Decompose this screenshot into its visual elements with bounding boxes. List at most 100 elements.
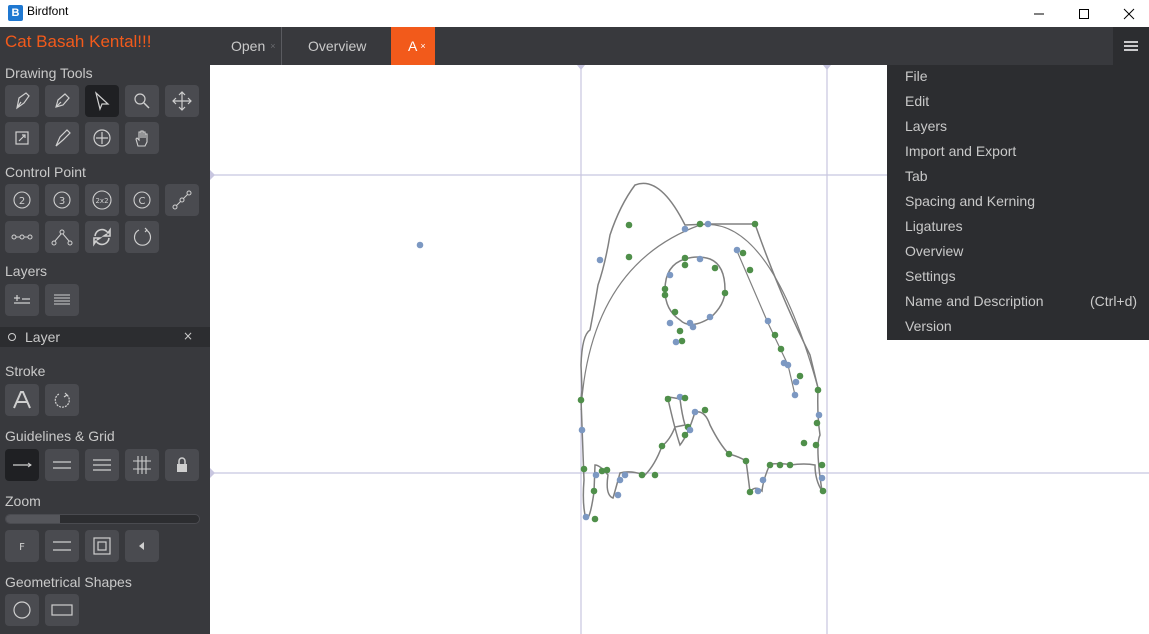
glyph-paths[interactable] (580, 182, 823, 520)
main-menu-button[interactable] (1113, 27, 1149, 65)
more-guidelines-button[interactable] (45, 449, 79, 481)
control-point[interactable] (696, 255, 704, 263)
menu-item-layers[interactable]: Layers (905, 118, 1145, 140)
add-layer-button[interactable] (5, 284, 39, 316)
previous-zoom-button[interactable] (125, 530, 159, 562)
stroke-direction-button[interactable] (45, 384, 79, 416)
tab-close-button[interactable]: × (270, 41, 275, 51)
zoom-selection-button[interactable] (85, 530, 119, 562)
hand-tool[interactable] (125, 122, 159, 154)
control-point[interactable] (664, 395, 672, 403)
control-point[interactable] (764, 317, 772, 325)
control-point[interactable] (791, 391, 799, 399)
control-point[interactable] (671, 308, 679, 316)
control-point[interactable] (681, 394, 689, 402)
control-point[interactable] (704, 220, 712, 228)
control-point[interactable] (746, 266, 754, 274)
pen-tool[interactable] (5, 85, 39, 117)
control-point[interactable] (796, 372, 804, 380)
control-point[interactable] (592, 471, 600, 479)
rectangle-shape-button[interactable] (45, 594, 79, 626)
control-point[interactable] (696, 220, 704, 228)
control-point[interactable] (638, 471, 646, 479)
menu-item-settings[interactable]: Settings (905, 268, 1145, 290)
insert-point-button[interactable] (165, 184, 199, 216)
control-point[interactable] (666, 271, 674, 279)
control-point[interactable] (751, 220, 759, 228)
control-point[interactable] (814, 386, 822, 394)
control-point[interactable] (800, 439, 808, 447)
control-point[interactable] (746, 488, 754, 496)
control-point[interactable] (596, 256, 604, 264)
zoom-slider[interactable] (5, 514, 200, 524)
zoom-fit-button[interactable]: F (5, 530, 39, 562)
tab-open[interactable]: Open × (210, 27, 282, 65)
control-point[interactable] (813, 419, 821, 427)
minimize-button[interactable] (1016, 0, 1062, 27)
control-point[interactable] (577, 396, 585, 404)
control-point[interactable] (625, 253, 633, 261)
lock-grid-button[interactable] (165, 449, 199, 481)
control-point[interactable] (591, 515, 599, 523)
control-point[interactable] (658, 442, 666, 450)
control-point[interactable] (416, 241, 424, 249)
maximize-button[interactable] (1061, 0, 1107, 27)
control-point[interactable] (666, 319, 674, 327)
cubic-point-button[interactable]: 3 (45, 184, 79, 216)
line-points-button[interactable] (5, 221, 39, 253)
control-point[interactable] (766, 461, 774, 469)
move-tool[interactable] (165, 85, 199, 117)
stroke-style-button[interactable] (5, 384, 39, 416)
menu-item-import-export[interactable]: Import and Export (905, 143, 1145, 165)
control-point[interactable] (689, 323, 697, 331)
control-point[interactable] (676, 327, 684, 335)
outer-contour[interactable] (580, 182, 823, 520)
control-point[interactable] (792, 378, 800, 386)
tab-overview[interactable]: Overview × (282, 27, 396, 65)
control-point[interactable] (777, 345, 785, 353)
control-point[interactable] (776, 461, 784, 469)
control-point[interactable] (818, 474, 826, 482)
control-point[interactable] (625, 221, 633, 229)
guideline-handle-top-right[interactable] (823, 65, 831, 70)
control-point[interactable] (681, 261, 689, 269)
menu-item-spacing-kerning[interactable]: Spacing and Kerning (905, 193, 1145, 215)
control-point[interactable] (621, 471, 629, 479)
guideline-handle-xheight[interactable] (210, 170, 215, 180)
control-point[interactable] (815, 411, 823, 419)
control-point[interactable] (651, 471, 659, 479)
resize-tool[interactable] (5, 122, 39, 154)
show-guidelines-button[interactable] (5, 449, 39, 481)
menu-item-overview[interactable]: Overview (905, 243, 1145, 265)
control-point[interactable] (725, 450, 733, 458)
layer-list-button[interactable] (45, 284, 79, 316)
control-point[interactable] (691, 408, 699, 416)
control-point[interactable] (771, 331, 779, 339)
menu-item-edit[interactable]: Edit (905, 93, 1145, 115)
close-window-button[interactable] (1106, 0, 1149, 27)
control-point[interactable] (686, 426, 694, 434)
curve-points-button[interactable] (45, 221, 79, 253)
control-point[interactable] (812, 441, 820, 449)
zoom-tool[interactable] (125, 85, 159, 117)
control-point[interactable] (742, 457, 750, 465)
control-point[interactable] (739, 249, 747, 257)
control-point[interactable] (733, 246, 741, 254)
tab-glyph-a[interactable]: A × (391, 27, 435, 65)
control-point[interactable] (616, 476, 624, 484)
track-tool[interactable] (85, 122, 119, 154)
control-point[interactable] (786, 461, 794, 469)
grid-button[interactable] (125, 449, 159, 481)
quadratic-point-button[interactable]: 2 (5, 184, 39, 216)
control-point[interactable] (678, 337, 686, 345)
control-point[interactable] (582, 513, 590, 521)
double-point-button[interactable]: 2x2 (85, 184, 119, 216)
menu-item-ligatures[interactable]: Ligatures (905, 218, 1145, 240)
control-point[interactable] (681, 431, 689, 439)
tab-close-button[interactable]: × (420, 41, 425, 51)
guideline-handle-baseline[interactable] (210, 468, 215, 478)
control-point[interactable] (580, 465, 588, 473)
control-point[interactable] (598, 467, 606, 475)
menu-item-file[interactable]: File (905, 68, 1145, 90)
stroke-pen-tool[interactable] (45, 122, 79, 154)
